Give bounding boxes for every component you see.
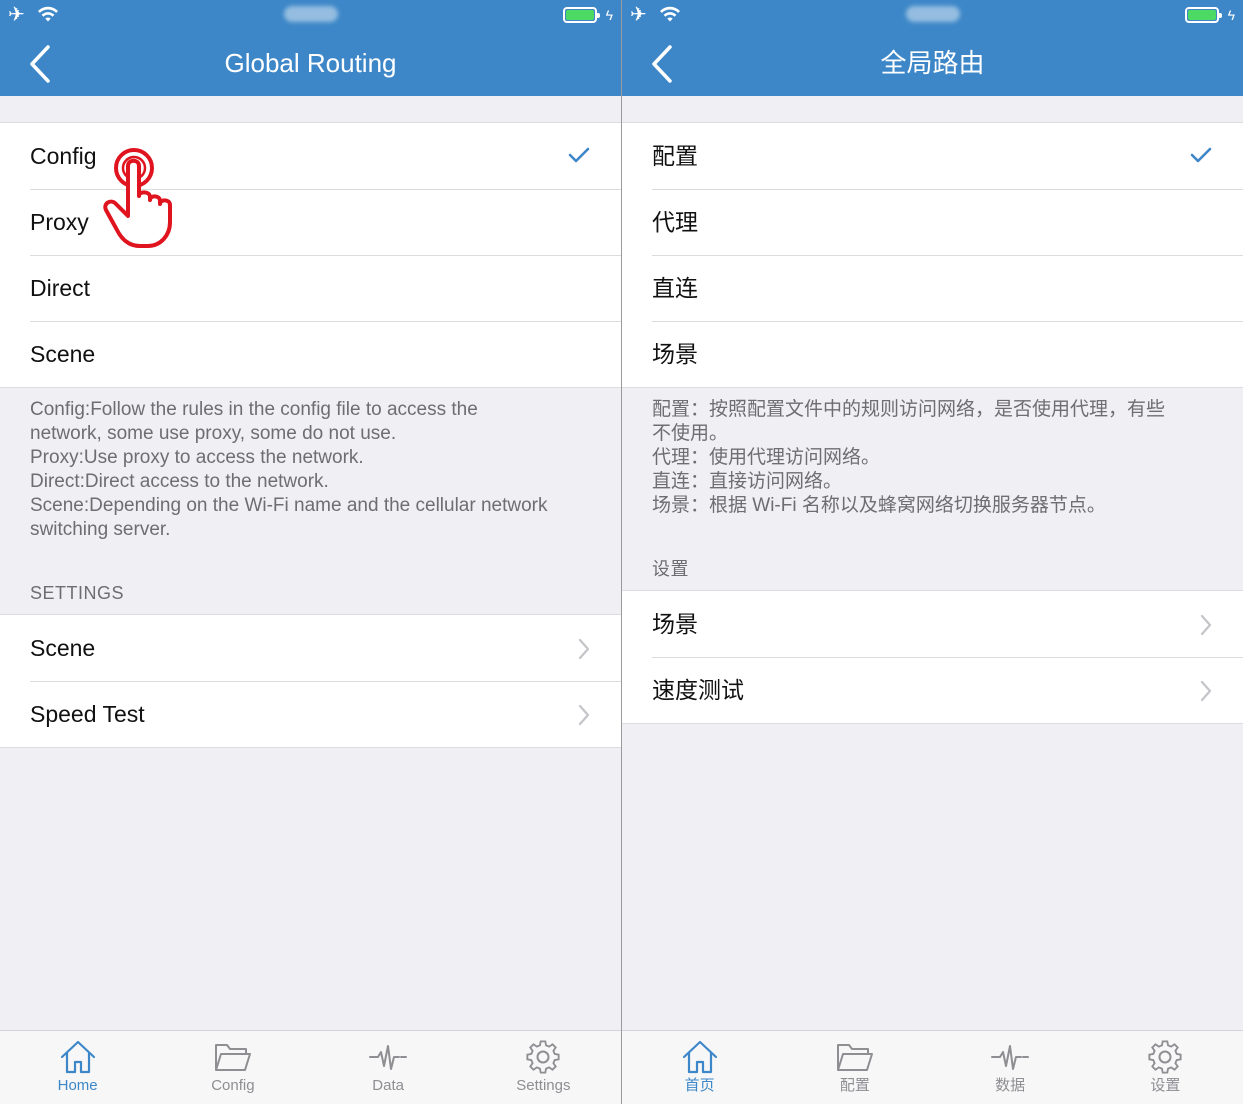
description-line: 场景：根据 Wi-Fi 名称以及蜂窝网络切换服务器节点。 [652,495,1106,516]
option-label: 代理 [652,209,698,235]
description-line: Config:Follow the rules in the config fi… [30,399,478,420]
description-line: 直连：直接访问网络。 [652,471,843,492]
description-line: Scene:Depending on the Wi-Fi name and th… [30,495,548,516]
tab-home[interactable]: Home [0,1031,155,1104]
tab-label: 设置 [1150,1077,1181,1094]
phone-screen-english: ✈ ϟ Global Routing Config Proxy Direct S… [0,0,621,1104]
folder-icon [836,1044,873,1071]
charging-bolt-icon: ϟ [605,7,613,23]
description-line: 代理：使用代理访问网络。 [652,447,881,468]
description-line: switching server. [30,519,171,540]
tab-bar: Home Config Data Settings [0,1030,621,1104]
page-title: Global Routing [224,48,397,78]
pulse-icon [369,1045,408,1070]
description-line: Direct:Direct access to the network. [30,471,329,492]
chevron-right-icon [578,704,590,726]
tab-label: 配置 [839,1077,870,1094]
settings-item-label: 速度测试 [652,677,744,703]
settings-item-speed-test[interactable]: Speed Test [0,681,621,747]
description-line: 不使用。 [652,423,729,444]
routing-options-list: Config Proxy Direct Scene [0,122,621,388]
option-label: Scene [30,341,96,367]
settings-item-label: 场景 [652,611,698,637]
status-time-redacted [283,6,338,22]
option-config[interactable]: 配置 [622,123,1243,189]
description-line: Proxy:Use proxy to access the network. [30,447,364,468]
tab-settings[interactable]: 设置 [1088,1031,1243,1104]
description-line: network, some use proxy, some do not use… [30,423,397,444]
option-proxy[interactable]: Proxy [0,189,621,255]
chevron-right-icon [1200,680,1212,702]
phone-screen-chinese: ✈ ϟ 全局路由 配置 代理 直连 场景 配置：按照配置文件中的规则访问网络，是… [622,0,1243,1104]
option-proxy[interactable]: 代理 [622,189,1243,255]
status-time-redacted [905,6,960,22]
chevron-right-icon [578,638,590,660]
gear-icon [526,1040,560,1074]
option-scene[interactable]: 场景 [622,321,1243,387]
option-label: Direct [30,275,91,301]
status-bar: ✈ ϟ [622,0,1243,32]
routing-description: Config:Follow the rules in the config fi… [30,398,597,542]
airplane-icon: ✈ [8,4,25,26]
navigation-bar: Global Routing [0,32,621,96]
tab-label: 数据 [995,1077,1026,1094]
tab-label: 首页 [684,1077,715,1094]
option-scene[interactable]: Scene [0,321,621,387]
settings-item-scene[interactable]: 场景 [622,591,1243,657]
tab-home[interactable]: 首页 [622,1031,777,1104]
tab-config[interactable]: Config [155,1031,310,1104]
home-icon [682,1040,717,1074]
tab-data[interactable]: Data [311,1031,466,1104]
home-icon [60,1040,95,1074]
option-label: 配置 [652,143,698,169]
tab-label: Config [211,1077,255,1094]
checkmark-icon [1190,147,1212,163]
tab-label: Home [57,1077,98,1094]
tab-bar: 首页 配置 数据 设置 [622,1030,1243,1104]
option-direct[interactable]: 直连 [622,255,1243,321]
routing-description: 配置：按照配置文件中的规则访问网络，是否使用代理，有些 不使用。 代理：使用代理… [652,398,1219,518]
settings-list: Scene Speed Test [0,614,621,748]
option-direct[interactable]: Direct [0,255,621,321]
settings-item-label: Scene [30,635,96,661]
battery-charging-icon [563,7,600,23]
tab-label: Data [372,1077,404,1094]
option-label: Config [30,143,97,169]
settings-item-scene[interactable]: Scene [0,615,621,681]
airplane-icon: ✈ [630,4,647,26]
gear-icon [1148,1040,1182,1074]
settings-section-header: SETTINGS [30,583,125,603]
routing-options-list: 配置 代理 直连 场景 [622,122,1243,388]
page-title: 全局路由 [880,48,985,78]
option-config[interactable]: Config [0,123,621,189]
folder-icon [214,1044,251,1071]
tab-settings[interactable]: Settings [466,1031,621,1104]
option-label: Proxy [30,209,89,235]
wifi-icon [38,6,58,22]
tab-label: Settings [516,1077,571,1094]
charging-bolt-icon: ϟ [1227,7,1235,23]
chevron-right-icon [1200,614,1212,636]
status-bar: ✈ ϟ [0,0,621,32]
navigation-bar: 全局路由 [622,32,1243,96]
tab-config[interactable]: 配置 [777,1031,932,1104]
battery-charging-icon [1185,7,1222,23]
settings-item-label: Speed Test [30,701,145,727]
checkmark-icon [568,147,590,163]
option-label: 直连 [652,275,698,301]
pulse-icon [991,1045,1030,1070]
settings-section-header: 设置 [652,559,689,579]
option-label: 场景 [652,341,698,367]
settings-item-speed-test[interactable]: 速度测试 [622,657,1243,723]
description-line: 配置：按照配置文件中的规则访问网络，是否使用代理，有些 [652,399,1166,420]
settings-list: 场景 速度测试 [622,590,1243,724]
wifi-icon [660,6,680,22]
tab-data[interactable]: 数据 [933,1031,1088,1104]
